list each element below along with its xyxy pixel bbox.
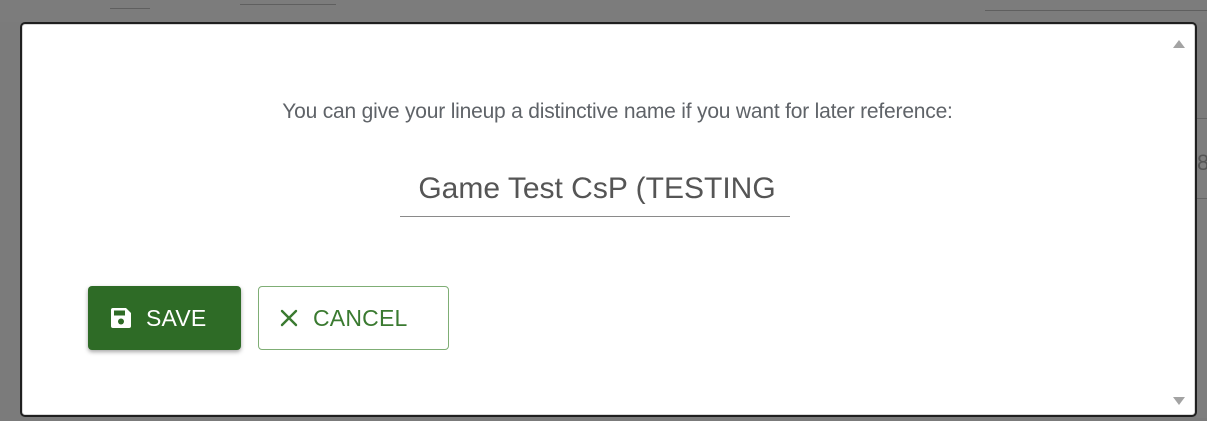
lineup-name-input[interactable] [400,160,790,216]
cancel-button-label: CANCEL [313,304,408,331]
scroll-down-arrow-icon[interactable] [1173,397,1185,405]
save-button-label: SAVE [146,304,207,331]
underlying-partial-text: 8 [1197,150,1207,175]
close-x-icon [279,308,299,328]
underlying-divider [1196,198,1207,199]
underlying-header [0,0,1207,22]
dialog-prompt-text: You can give your lineup a distinctive n… [282,100,953,123]
cancel-button[interactable]: CANCEL [258,286,449,350]
underlying-field-line [985,10,1207,11]
scroll-up-arrow-icon[interactable] [1173,40,1185,48]
underlying-tab-line [110,8,150,9]
lineup-name-field[interactable] [400,160,790,217]
save-button[interactable]: SAVE [88,286,241,350]
underlying-tab-line [240,4,336,5]
save-lineup-dialog: You can give your lineup a distinctive n… [20,22,1197,417]
floppy-disk-icon [110,307,132,329]
